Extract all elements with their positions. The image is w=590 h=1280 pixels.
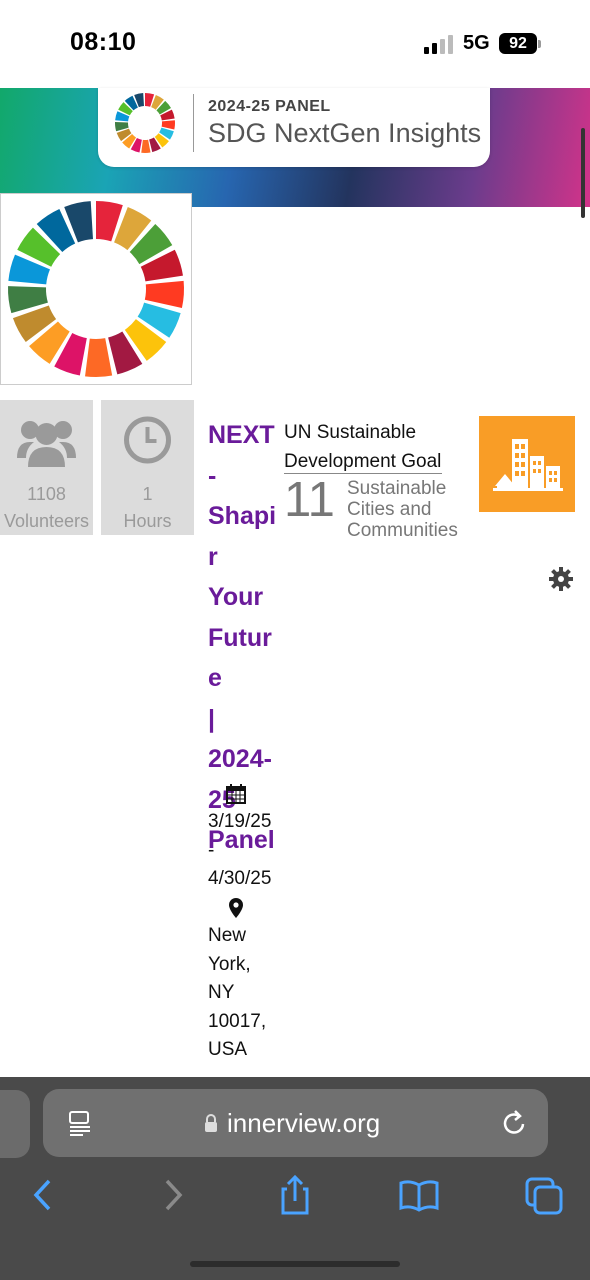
battery-tip xyxy=(538,40,541,48)
goal-name: Sustainable Cities and Communities xyxy=(347,478,477,541)
volunteers-count: 1108 xyxy=(27,484,66,504)
people-icon xyxy=(17,421,76,467)
battery-level: 92 xyxy=(499,33,537,54)
volunteers-label: Volunteers xyxy=(3,511,90,531)
calendar-icon xyxy=(226,784,246,804)
goal-name-line: Sustainable xyxy=(347,478,447,499)
reader-mode-icon[interactable] xyxy=(67,1110,93,1136)
url-text[interactable]: innerview.org xyxy=(227,1108,380,1139)
goal-name-line: Cities and xyxy=(347,499,432,520)
event-dates: 3/19/25 - 4/30/25 xyxy=(208,808,284,894)
title-line: Shapir xyxy=(208,502,277,571)
location-line: USA xyxy=(208,1039,248,1060)
share-icon[interactable] xyxy=(275,1175,315,1215)
goal-heading-line: UN Sustainable xyxy=(284,422,417,443)
signal-icon xyxy=(424,35,453,54)
reload-icon[interactable] xyxy=(502,1108,528,1136)
clock-icon xyxy=(124,416,171,464)
bookmarks-icon[interactable] xyxy=(399,1175,439,1215)
forward-icon[interactable] xyxy=(152,1175,192,1215)
title-line: 2024- xyxy=(208,745,272,773)
title-line: - xyxy=(208,461,217,490)
date-sep: - xyxy=(208,839,215,861)
panel-label: 2024-25 PANEL xyxy=(208,98,331,115)
status-time: 08:10 xyxy=(70,28,137,56)
event-location: New York, NY 10017, USA xyxy=(208,922,284,1065)
goal-name-line: Communities xyxy=(347,520,458,541)
status-bar: 08:10 5G 92 xyxy=(0,0,590,88)
previous-tab[interactable] xyxy=(0,1090,30,1158)
sdg-wheel-icon xyxy=(7,201,184,377)
location-line: 10017, xyxy=(208,1010,267,1032)
location-line: New xyxy=(208,925,247,946)
volunteers-stat: 1108 Volunteers xyxy=(0,400,93,535)
goal-heading: UN Sustainable Development Goal xyxy=(284,418,444,476)
brand-title: SDG NextGen Insights xyxy=(208,118,482,148)
sdg-logo xyxy=(0,193,192,385)
date-start: 3/19/25 xyxy=(208,811,272,832)
location-line: York, xyxy=(208,953,251,975)
sdg-wheel-small-icon xyxy=(115,93,175,153)
home-indicator xyxy=(190,1261,400,1267)
date-end: 4/30/25 xyxy=(208,868,272,889)
tabs-icon[interactable] xyxy=(525,1175,565,1215)
hours-stat: 1 Hours xyxy=(101,400,194,535)
hours-count: 1 xyxy=(142,484,153,504)
location-pin-icon xyxy=(229,898,243,918)
back-icon[interactable] xyxy=(24,1175,64,1215)
banner-divider xyxy=(193,94,194,152)
scrollbar[interactable] xyxy=(581,128,585,218)
title-line: Future xyxy=(208,623,272,693)
gear-icon[interactable] xyxy=(548,566,574,592)
hours-label: Hours xyxy=(123,511,172,531)
goal-number: 11 xyxy=(284,473,335,527)
event-title[interactable]: NEXT - Shapir Your Future | 2024- 25 Pan… xyxy=(208,415,284,861)
title-line: Your xyxy=(208,583,264,611)
location-line: NY xyxy=(208,982,235,1003)
title-line: | xyxy=(208,704,215,733)
lock-icon xyxy=(205,1114,217,1132)
goal-11-tile[interactable] xyxy=(479,416,575,512)
network-label: 5G xyxy=(463,32,490,54)
city-icon xyxy=(493,439,563,491)
title-line: NEXT xyxy=(208,421,275,449)
